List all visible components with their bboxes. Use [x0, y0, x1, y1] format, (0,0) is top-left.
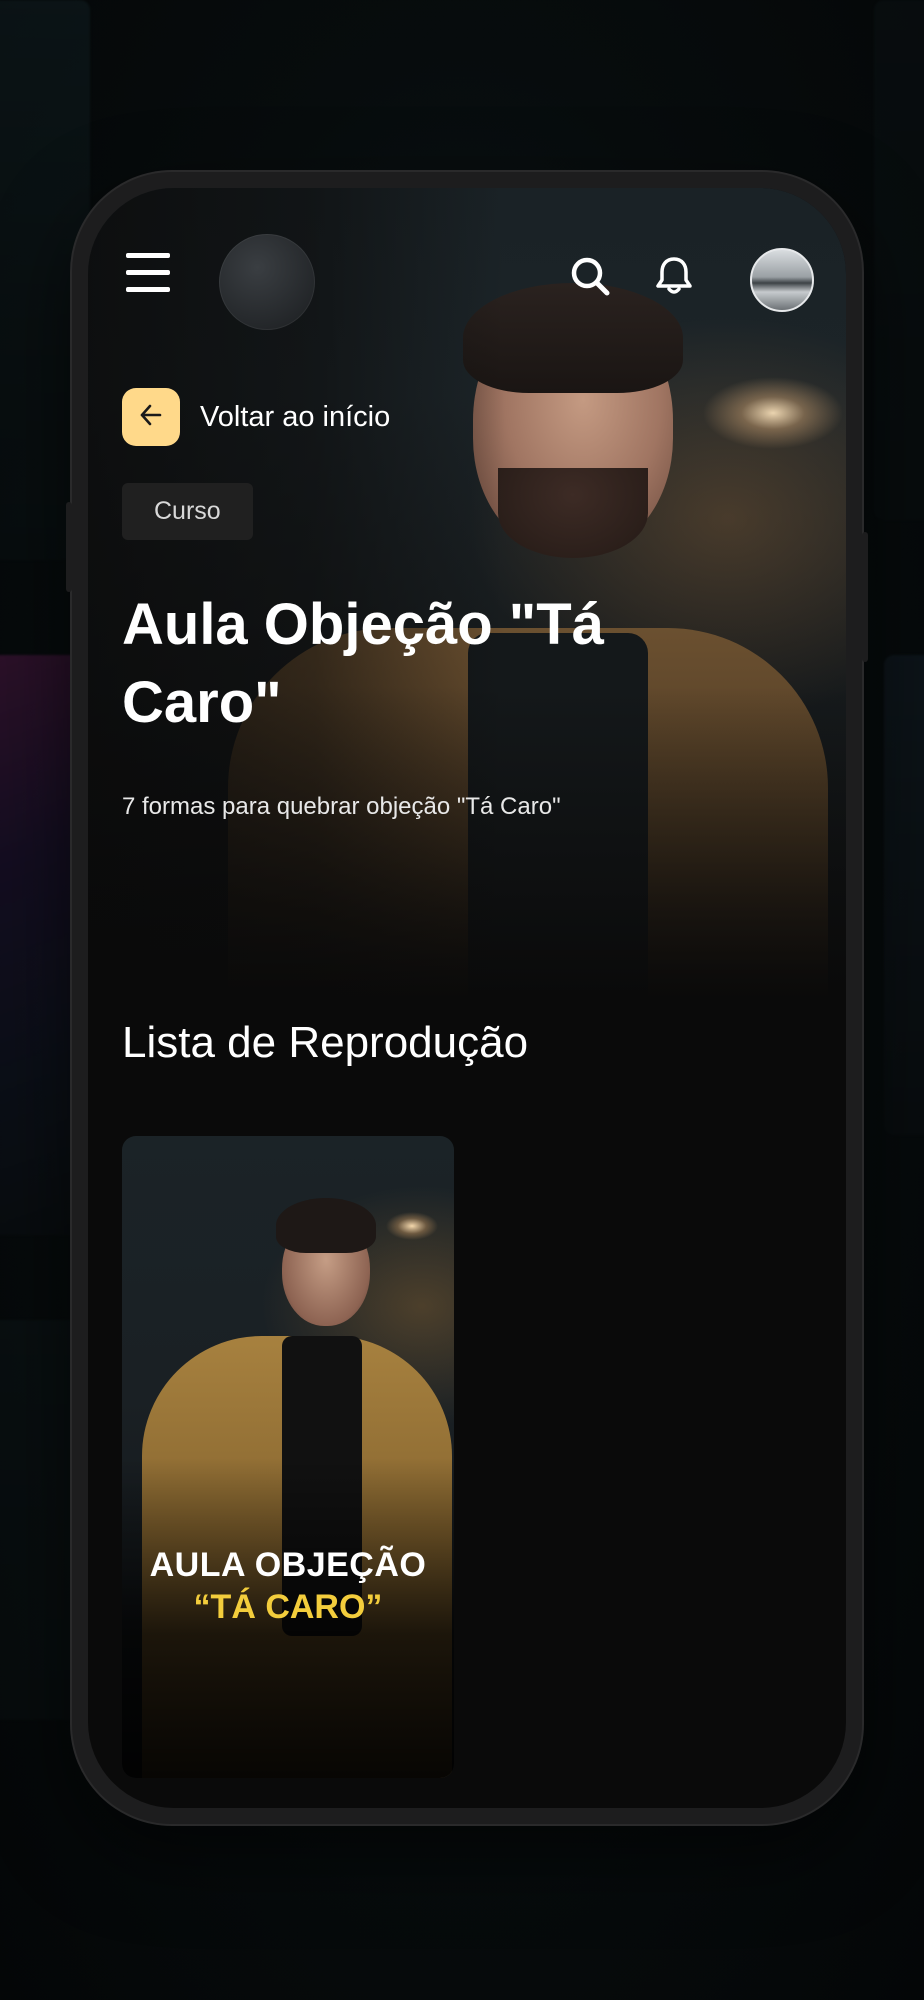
- card-figure-hair: [276, 1198, 376, 1253]
- hero-figure-beard: [498, 468, 648, 558]
- playlist-section-title: Lista de Reprodução: [122, 1018, 529, 1067]
- category-badge: Curso: [122, 483, 253, 540]
- top-bar: [88, 188, 846, 330]
- playlist-item-card[interactable]: AULA OBJEÇÃO “TÁ CARO”: [122, 1136, 454, 1778]
- bell-icon[interactable]: [652, 254, 696, 298]
- back-to-home-link[interactable]: Voltar ao início: [122, 388, 390, 446]
- course-subtitle: 7 formas para quebrar objeção "Tá Caro": [122, 793, 561, 820]
- course-title: Aula Objeção "Tá Caro": [122, 592, 604, 735]
- menu-icon[interactable]: [126, 253, 170, 293]
- background-poster: [874, 0, 924, 520]
- hero-figure-head: [473, 298, 673, 553]
- app-screen: Voltar ao início Curso Aula Objeção "Tá …: [88, 188, 846, 1808]
- arrow-left-icon: [137, 401, 165, 434]
- phone-side-button: [66, 502, 72, 592]
- app-logo[interactable]: [219, 234, 315, 330]
- search-icon[interactable]: [568, 254, 612, 298]
- background-poster: [884, 655, 924, 1135]
- back-label[interactable]: Voltar ao início: [200, 401, 390, 434]
- user-avatar[interactable]: [750, 248, 814, 312]
- phone-frame: Voltar ao início Curso Aula Objeção "Tá …: [66, 172, 868, 1824]
- phone-side-button: [862, 532, 868, 662]
- card-title: AULA OBJEÇÃO: [149, 1546, 427, 1584]
- card-subtitle: “TÁ CARO”: [193, 1588, 383, 1626]
- back-button[interactable]: [122, 388, 180, 446]
